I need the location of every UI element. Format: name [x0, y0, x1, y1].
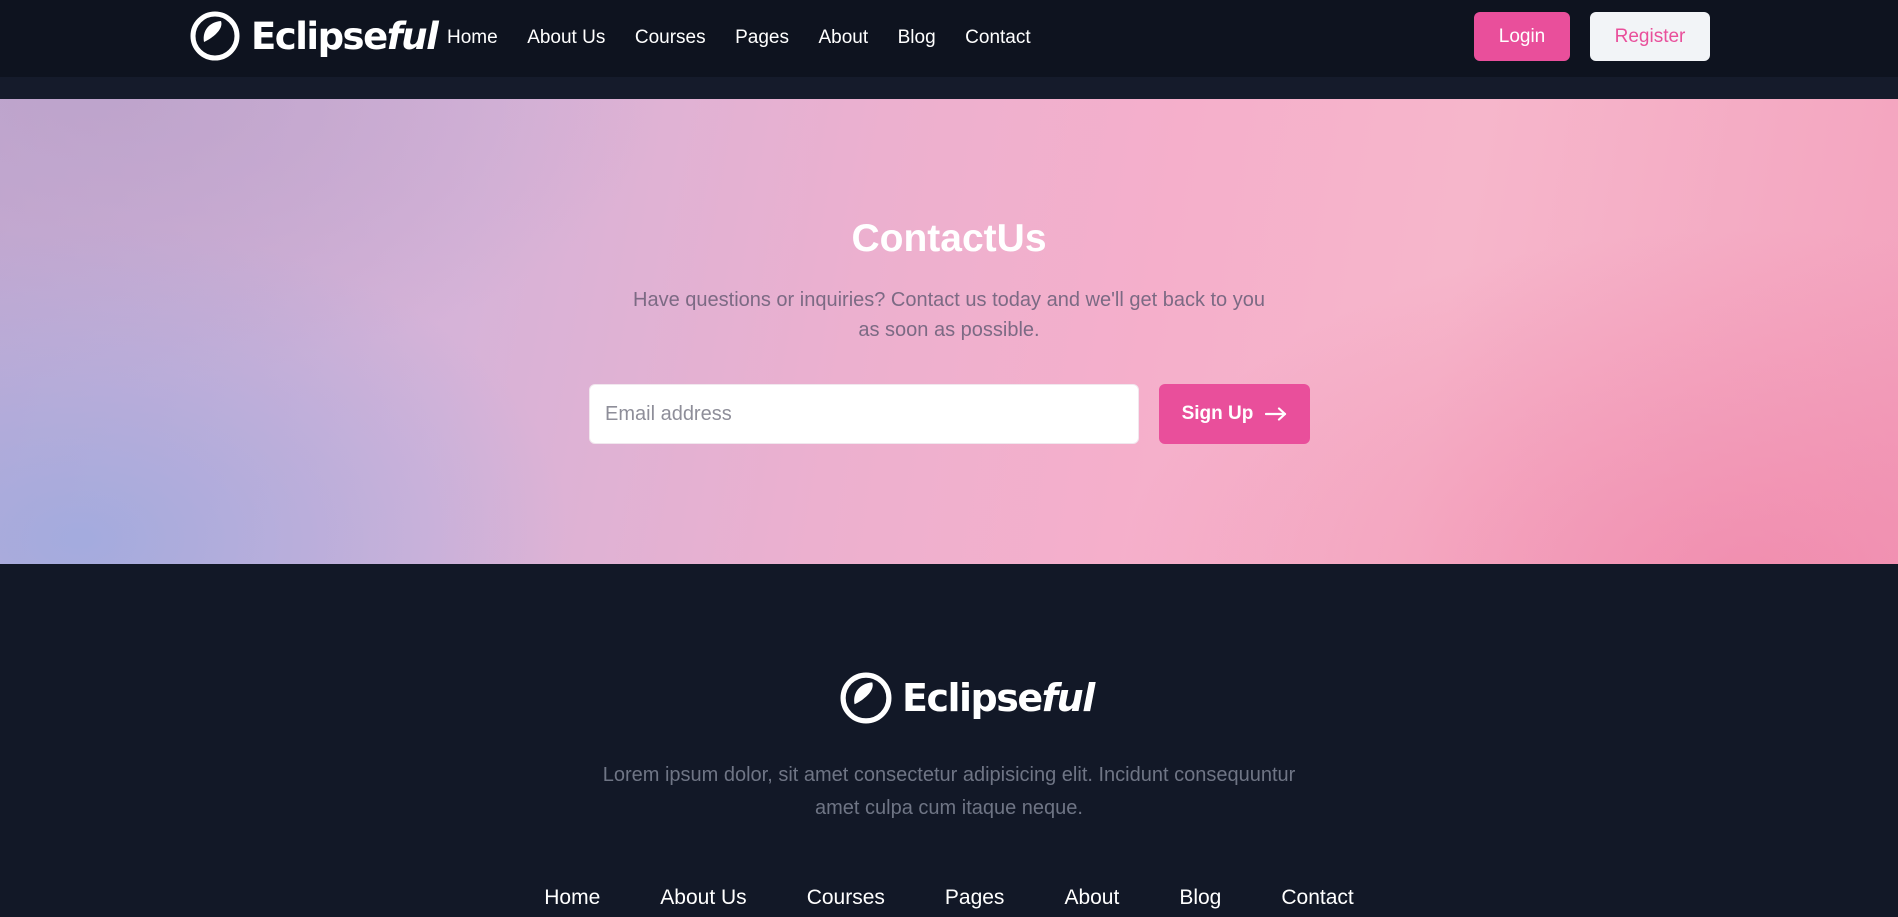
- signup-button[interactable]: Sign Up: [1159, 384, 1310, 444]
- login-button[interactable]: Login: [1474, 12, 1570, 61]
- email-input[interactable]: [589, 384, 1139, 444]
- footer-brand-name: Eclipseful: [902, 676, 1095, 720]
- footer-link-blog[interactable]: Blog: [1179, 886, 1221, 910]
- hero-subtitle: Have questions or inquiries? Contact us …: [633, 289, 1265, 341]
- nav-link-about-us[interactable]: About Us: [527, 27, 605, 49]
- eclipse-logo-icon: [190, 11, 240, 61]
- footer-link-pages[interactable]: Pages: [945, 886, 1005, 910]
- nav-link-home[interactable]: Home: [447, 27, 498, 49]
- register-button[interactable]: Register: [1590, 12, 1710, 61]
- signup-label: Sign Up: [1181, 403, 1254, 424]
- main-nav: Home About Us Courses Pages About Blog C…: [447, 0, 1060, 75]
- eclipse-logo-icon: [840, 672, 892, 724]
- nav-link-pages[interactable]: Pages: [735, 27, 789, 49]
- brand-logo[interactable]: Eclipseful: [190, 11, 439, 61]
- nav-link-blog[interactable]: Blog: [898, 27, 936, 49]
- nav-link-courses[interactable]: Courses: [635, 27, 706, 49]
- nav-link-about[interactable]: About: [818, 27, 868, 49]
- arrow-right-icon: [1265, 407, 1287, 421]
- footer-brand-logo[interactable]: Eclipseful: [840, 672, 1095, 724]
- footer-description: Lorem ipsum dolor, sit amet consectetur …: [602, 764, 1296, 819]
- footer-nav: Home About Us Courses Pages About Blog C…: [0, 886, 1898, 910]
- footer: Eclipseful Lorem ipsum dolor, sit amet c…: [0, 564, 1898, 917]
- footer-link-about-us[interactable]: About Us: [660, 886, 746, 910]
- navbar: Eclipseful Home About Us Courses Pages A…: [0, 0, 1898, 77]
- footer-link-contact[interactable]: Contact: [1281, 886, 1353, 910]
- hero-title: ContactUs: [851, 217, 1047, 260]
- contact-hero: ContactUs Have questions or inquiries? C…: [0, 99, 1898, 564]
- nav-link-contact[interactable]: Contact: [965, 27, 1030, 49]
- footer-link-about[interactable]: About: [1064, 886, 1119, 910]
- footer-link-home[interactable]: Home: [544, 886, 600, 910]
- nav-divider-strip: [0, 77, 1898, 99]
- brand-name: Eclipseful: [251, 14, 439, 58]
- footer-link-courses[interactable]: Courses: [807, 886, 885, 910]
